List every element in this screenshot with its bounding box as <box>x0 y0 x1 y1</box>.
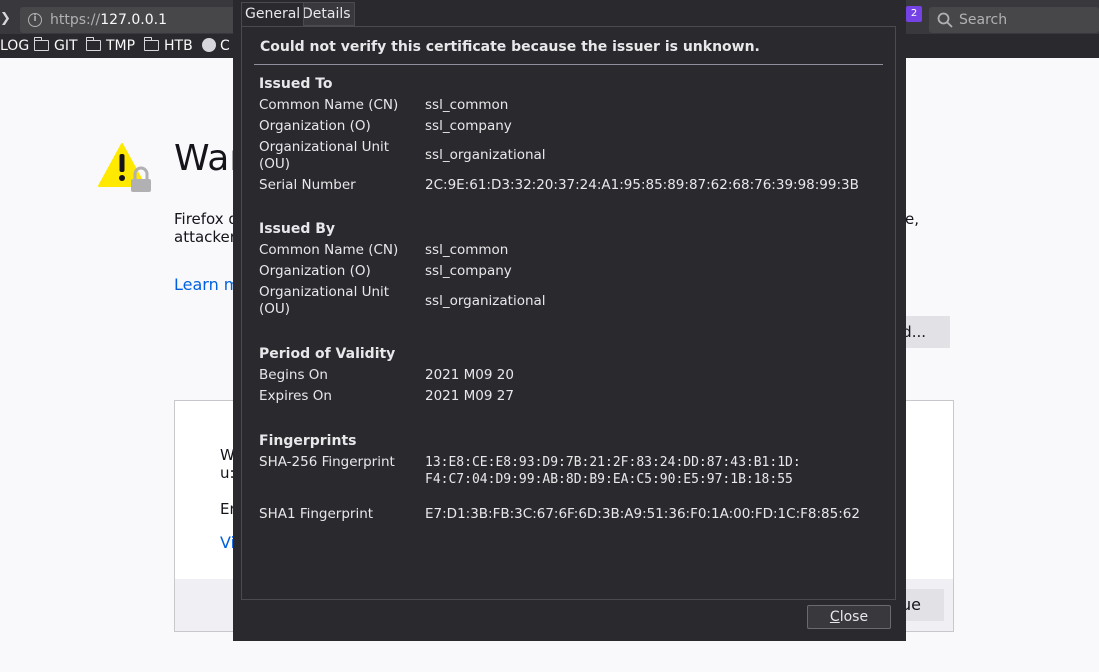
bookmark-label: LOG <box>0 38 30 54</box>
bookmark-tmp[interactable]: TMP <box>85 37 136 55</box>
issued-by-cn-value: ssl_common <box>425 242 509 258</box>
issued-to-o-value: ssl_company <box>425 118 512 134</box>
bookmark-label: C <box>220 38 230 54</box>
issued-to-ou-label: Organizational Unit (OU) <box>259 139 390 172</box>
begins-on-value: 2021 M09 20 <box>425 367 514 383</box>
general-tab-panel: Could not verify this certificate becaus… <box>241 26 896 600</box>
issued-to-cn-label: Common Name (CN) <box>259 97 399 113</box>
warning-text-end: e, <box>905 210 919 228</box>
sha1-value: E7:D1:3B:FB:3C:67:6F:6D:3B:A9:51:36:F0:1… <box>425 506 860 522</box>
fingerprints-heading: Fingerprints <box>259 433 357 449</box>
issued-by-ou-value: ssl_organizational <box>425 293 546 309</box>
bookmark-htb[interactable]: HTB <box>143 37 193 55</box>
warning-text: Firefox d <box>174 210 238 228</box>
bookmark-label: GIT <box>54 38 78 54</box>
issued-to-o-label: Organization (O) <box>259 118 371 134</box>
issued-to-cn-value: ssl_common <box>425 97 509 113</box>
extension-badge[interactable]: 2 <box>906 6 922 22</box>
back-arrow-icon[interactable]: ❯ <box>0 11 11 26</box>
issued-by-ou-label: Organizational Unit (OU) <box>259 284 390 317</box>
sha256-value: 13:E8:CE:E8:93:D9:7B:21:2F:83:24:DD:87:4… <box>425 455 801 487</box>
issued-by-heading: Issued By <box>259 221 336 237</box>
issued-by-cn-label: Common Name (CN) <box>259 242 399 258</box>
bookmark-git[interactable]: GIT <box>33 37 78 55</box>
info-icon[interactable]: i <box>28 13 42 27</box>
folder-icon <box>143 37 159 51</box>
issued-by-o-label: Organization (O) <box>259 263 371 279</box>
verify-message: Could not verify this certificate becaus… <box>260 39 760 55</box>
divider <box>254 64 883 65</box>
close-button[interactable]: Close <box>807 605 891 629</box>
close-label-accel: C <box>829 609 840 625</box>
serial-number-value: 2C:9E:61:D3:32:20:37:24:A1:95:85:89:87:6… <box>425 177 859 193</box>
issued-by-o-value: ssl_company <box>425 263 512 279</box>
folder-icon <box>85 37 101 51</box>
bookmark-label: TMP <box>106 38 136 54</box>
serial-number-label: Serial Number <box>259 177 356 193</box>
expires-on-label: Expires On <box>259 388 332 404</box>
begins-on-label: Begins On <box>259 367 328 383</box>
url-bar[interactable]: i https://127.0.0.1 <box>20 7 260 33</box>
folder-icon <box>33 37 49 51</box>
expires-on-value: 2021 M09 27 <box>425 388 514 404</box>
sha256-label: SHA-256 Fingerprint <box>259 454 395 470</box>
bookmark-label: HTB <box>164 38 193 54</box>
search-input[interactable]: Search <box>929 7 1099 33</box>
github-icon <box>202 38 216 52</box>
bookmark-log[interactable]: LOG <box>0 37 29 55</box>
certificate-dialog: Details Could not verify this certificat… <box>233 0 906 641</box>
url-scheme: https:// <box>50 12 101 28</box>
tab-details[interactable]: Details <box>298 2 355 26</box>
warning-lock-icon <box>98 143 151 192</box>
search-placeholder: Search <box>959 12 1008 28</box>
learn-more-link[interactable]: Learn m <box>174 275 234 294</box>
page-title: War <box>174 138 234 179</box>
issued-to-ou-value: ssl_organizational <box>425 147 546 163</box>
warning-text-line2: attacker <box>174 228 236 246</box>
url-host: 127.0.0.1 <box>100 12 167 28</box>
validity-heading: Period of Validity <box>259 346 396 362</box>
issued-to-heading: Issued To <box>259 76 333 92</box>
sha1-label: SHA1 Fingerprint <box>259 506 374 522</box>
bookmark-github[interactable]: C <box>202 37 230 55</box>
tab-general[interactable]: General <box>241 2 305 26</box>
close-label: lose <box>839 609 869 625</box>
search-icon <box>937 12 953 28</box>
